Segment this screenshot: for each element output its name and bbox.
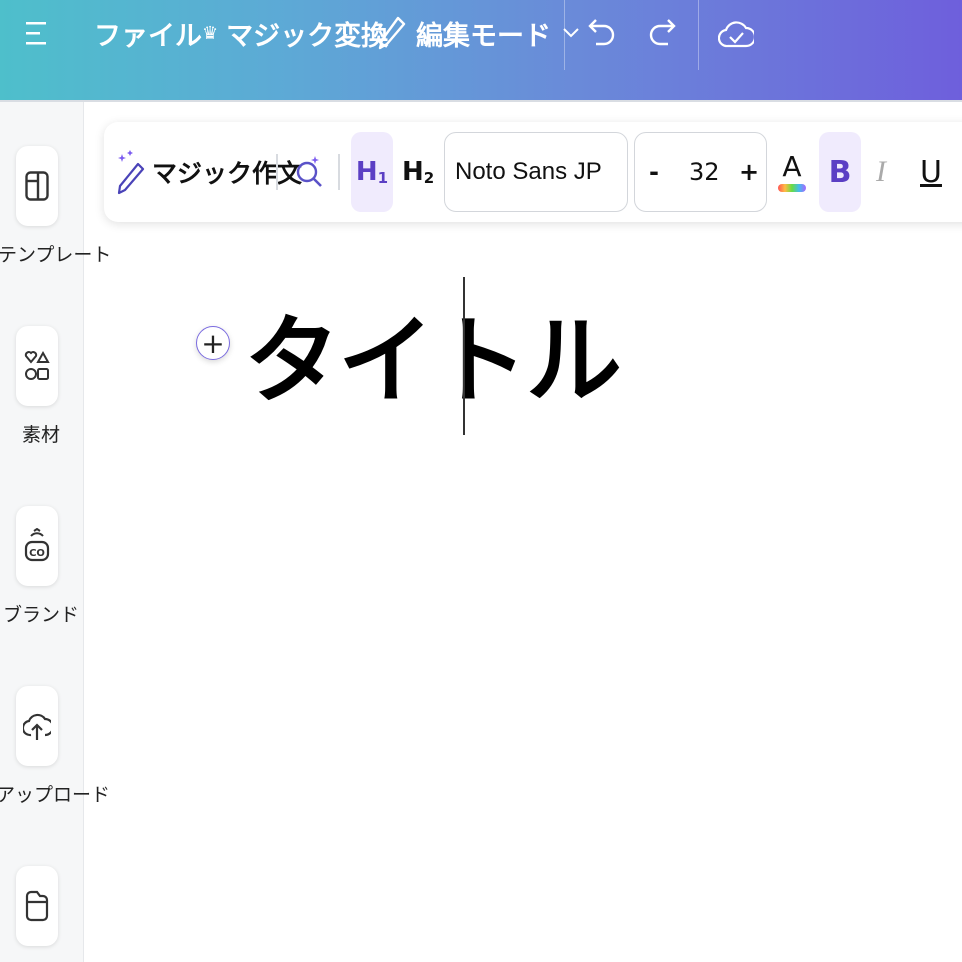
elements-icon [24, 350, 50, 382]
color-bar [778, 184, 806, 192]
sidebar-button[interactable] [16, 326, 58, 406]
decrease-font-size-button[interactable]: - [649, 158, 659, 186]
text-format-toolbar: マジック作文 H1 H2 Noto Sans JP - 32 + A B I U [104, 122, 962, 222]
heading1-sub: 1 [377, 169, 389, 187]
text-color-button[interactable]: A [778, 122, 806, 222]
file-menu-button[interactable]: ファイル [94, 0, 202, 66]
magic-convert-label: マジック変換 [226, 20, 389, 52]
font-family-select[interactable]: Noto Sans JP [444, 132, 628, 212]
font-size-value[interactable]: 32 [689, 158, 720, 186]
font-family-value: Noto Sans JP [455, 158, 602, 185]
sidebar-button[interactable] [16, 866, 58, 946]
sidebar-button[interactable]: CO [16, 506, 58, 586]
italic-label: I [876, 155, 886, 188]
edit-mode-label: 編集モード [416, 20, 551, 52]
document-title-text[interactable]: タイトル [244, 296, 622, 426]
heading1-button[interactable]: H1 [351, 132, 393, 212]
bold-button[interactable]: B [819, 132, 861, 212]
sidebar-button[interactable] [16, 686, 58, 766]
bold-label: B [828, 154, 852, 190]
heading2-label: H [402, 157, 424, 187]
crown-icon: ♛ [202, 22, 219, 44]
hamburger-menu-icon[interactable] [26, 0, 50, 66]
sidebar-item-label: テンプレート [0, 244, 112, 266]
toolbar-divider [338, 154, 340, 190]
sidebar: テンプレート 素材 CO ブランド アップロード [0, 102, 111, 962]
redo-icon[interactable] [648, 0, 676, 66]
top-bar-border [0, 100, 962, 102]
text-cursor [463, 277, 465, 435]
heading1-label: H [355, 157, 378, 187]
font-size-stepper[interactable]: - 32 + [634, 132, 767, 212]
underline-button[interactable]: U [920, 122, 942, 222]
text-color-label: A [782, 150, 802, 183]
toolbar-divider [564, 0, 565, 70]
undo-icon[interactable] [588, 0, 616, 66]
upload-icon [23, 709, 51, 743]
brand-icon: CO [24, 528, 50, 564]
toolbar-divider [698, 0, 699, 70]
template-icon [25, 171, 49, 201]
increase-font-size-button[interactable]: + [739, 158, 759, 186]
folder-icon [25, 890, 49, 922]
magic-write-button[interactable]: マジック作文 [116, 122, 302, 222]
underline-label: U [920, 154, 942, 190]
pencil-icon [378, 16, 406, 50]
chevron-down-icon [563, 28, 579, 38]
toolbar-divider [276, 154, 278, 190]
magic-write-label: マジック作文 [152, 159, 303, 188]
magic-convert-button[interactable]: ♛ マジック変換 [202, 0, 388, 66]
sidebar-button[interactable] [16, 146, 58, 226]
edit-mode-dropdown[interactable]: 編集モード [378, 0, 579, 66]
sidebar-item-label: 素材 [21, 424, 60, 446]
sidebar-item-label: ブランド [2, 604, 79, 626]
magic-search-icon[interactable] [294, 122, 324, 222]
magic-pencil-icon [116, 148, 146, 196]
sidebar-item-label: アップロード [0, 784, 111, 806]
heading2-sub: 2 [423, 169, 435, 187]
add-block-button[interactable]: + [196, 326, 230, 360]
svg-text:CO: CO [29, 548, 45, 559]
italic-button[interactable]: I [876, 122, 886, 222]
cloud-check-icon[interactable] [718, 0, 754, 66]
heading2-button[interactable]: H2 [402, 122, 434, 222]
top-bar: ファイル ♛ マジック変換 編集モード [0, 0, 962, 100]
